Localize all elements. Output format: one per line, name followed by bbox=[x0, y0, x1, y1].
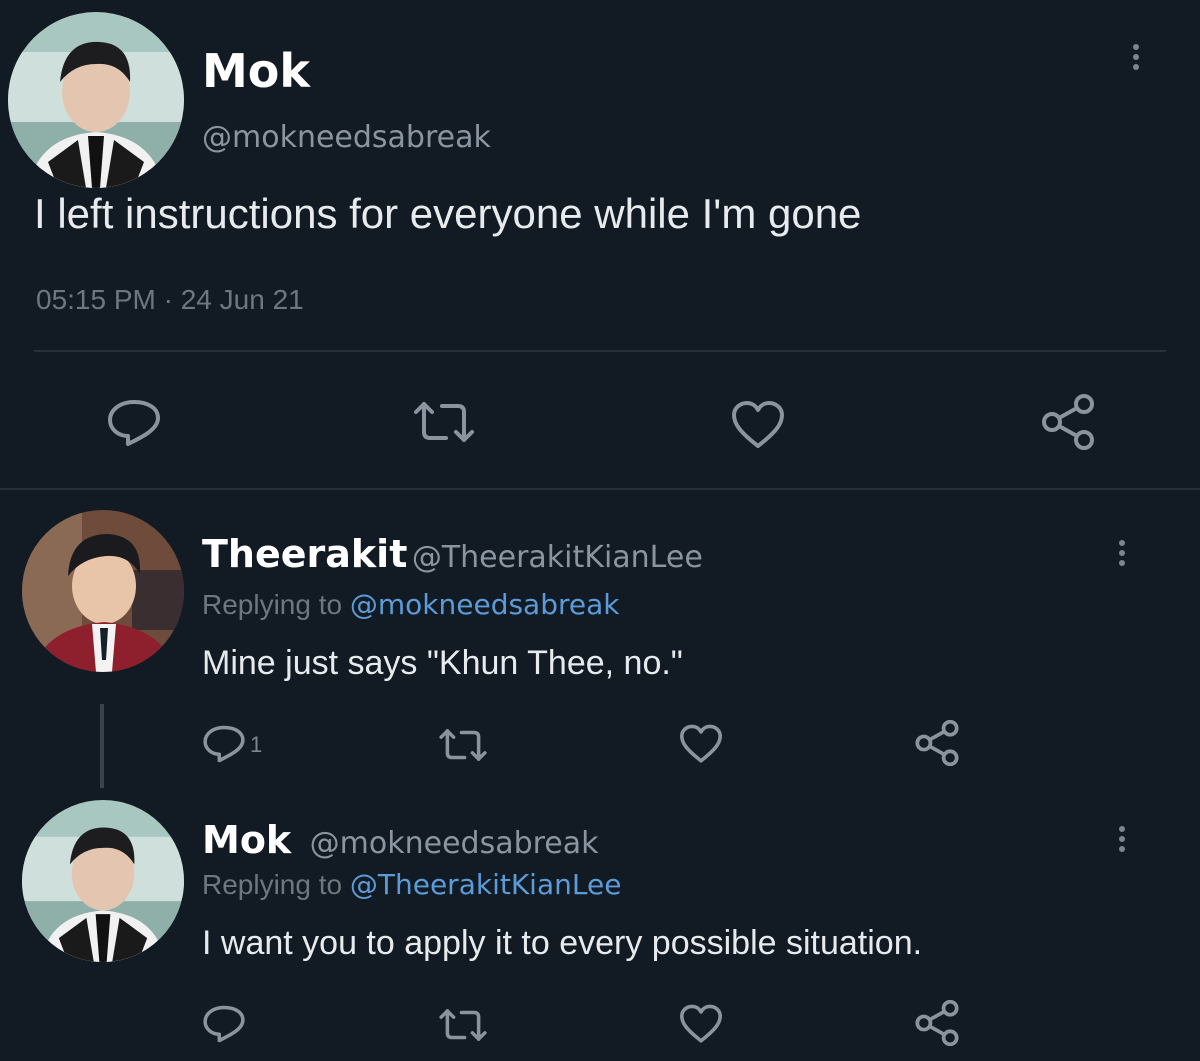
section-divider bbox=[0, 488, 1200, 490]
tweet-text: I left instructions for everyone while I… bbox=[34, 190, 862, 237]
replying-mention[interactable]: @mokneedsabreak bbox=[350, 588, 620, 621]
avatar-mok[interactable] bbox=[8, 12, 184, 188]
reply-author-name[interactable]: Theerakit bbox=[202, 532, 407, 576]
more-icon[interactable] bbox=[1133, 44, 1139, 70]
more-icon[interactable] bbox=[1119, 540, 1125, 566]
retweet-icon[interactable] bbox=[438, 726, 488, 764]
share-icon[interactable] bbox=[914, 720, 960, 766]
tweet-timestamp[interactable]: 05:15 PM · 24 Jun 21 bbox=[36, 284, 304, 316]
replying-to: Replying to @mokneedsabreak bbox=[202, 588, 619, 621]
divider bbox=[34, 350, 1166, 352]
reply-icon[interactable] bbox=[202, 1004, 246, 1044]
thread-line bbox=[100, 704, 104, 788]
reply-text: Mine just says "Khun Thee, no." bbox=[202, 644, 683, 682]
reply-author-name[interactable]: Mok bbox=[202, 818, 291, 862]
reply-author-handle[interactable]: @TheerakitKianLee bbox=[412, 540, 703, 575]
replying-prefix: Replying to bbox=[202, 589, 350, 620]
reply-text: I want you to apply it to every possible… bbox=[202, 924, 923, 962]
retweet-icon[interactable] bbox=[412, 398, 476, 446]
more-icon[interactable] bbox=[1119, 826, 1125, 852]
avatar-mok[interactable] bbox=[22, 800, 184, 962]
replying-mention[interactable]: @TheerakitKianLee bbox=[350, 868, 622, 901]
reply-icon[interactable] bbox=[106, 398, 162, 448]
author-handle[interactable]: @mokneedsabreak bbox=[202, 120, 491, 155]
share-icon[interactable] bbox=[914, 1000, 960, 1046]
avatar-theerakit[interactable] bbox=[22, 510, 184, 672]
reply-author-handle[interactable]: @mokneedsabreak bbox=[310, 826, 599, 861]
reply-icon[interactable] bbox=[202, 724, 246, 764]
reply-count: 1 bbox=[250, 732, 263, 757]
share-icon[interactable] bbox=[1040, 394, 1096, 450]
like-icon[interactable] bbox=[678, 1004, 724, 1044]
like-icon[interactable] bbox=[730, 400, 786, 450]
author-name[interactable]: Mok bbox=[202, 44, 310, 98]
replying-prefix: Replying to bbox=[202, 869, 350, 900]
reply-header: Theerakit @TheerakitKianLee bbox=[202, 532, 703, 576]
retweet-icon[interactable] bbox=[438, 1006, 488, 1044]
like-icon[interactable] bbox=[678, 724, 724, 764]
reply-header: Mok @mokneedsabreak bbox=[202, 818, 599, 862]
replying-to: Replying to @TheerakitKianLee bbox=[202, 868, 621, 901]
